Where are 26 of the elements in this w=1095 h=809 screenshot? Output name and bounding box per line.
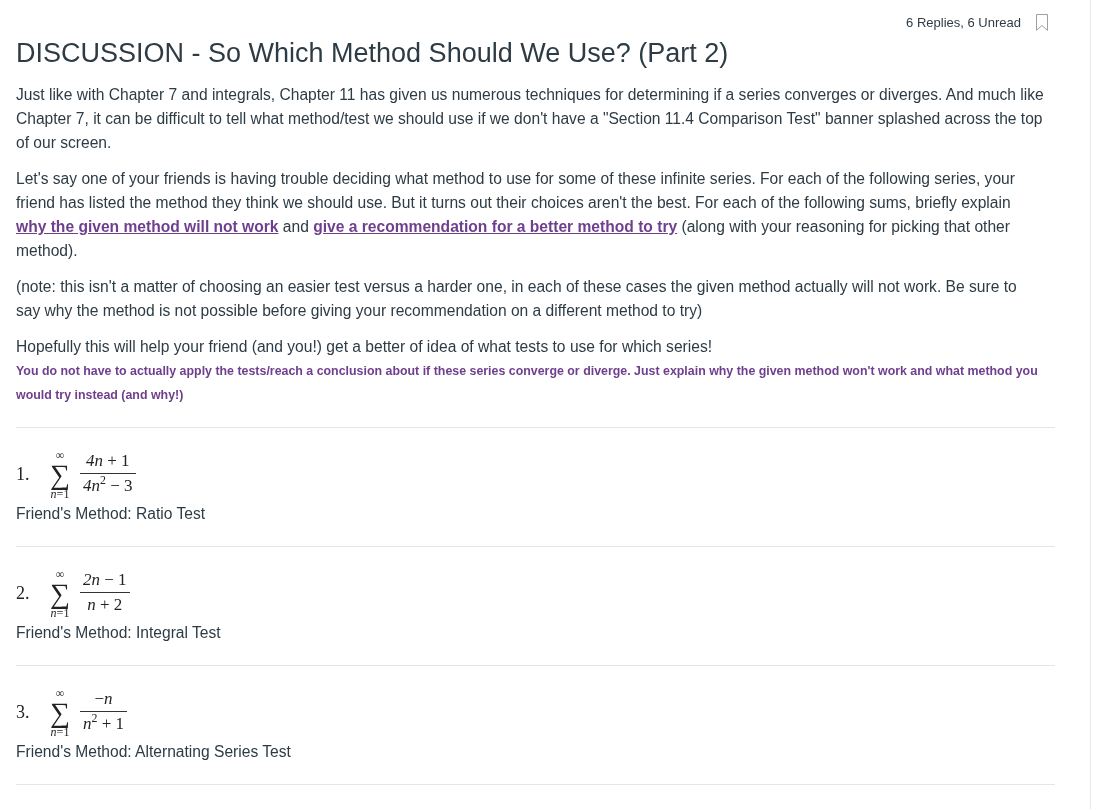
method-text: Friend's Method: Alternating Series Test [16,742,292,762]
fraction-numerator: 4n + 1 [84,450,131,472]
discussion-title: DISCUSSION - So Which Method Should We Use? (Part 2) [16,37,730,70]
fraction-denominator: n$^{2}$ + 1 [80,711,128,736]
problem-number: 3. [16,702,31,723]
bookmark-icon[interactable] [1036,13,1048,31]
body-paragraph: (note: this isn't a matter of choosing an easier test versus a harder one, in each of these cases the given method actually will not work. Be sure to say why the method is not possible before giving your recommendation on a different method to try) [16,277,1018,321]
problem-number: 2. [16,583,31,604]
note-paragraph: You do not have to actually apply the tests/reach a conclusion about if these series converge or diverge. Just explain why the given method won't work and what method you would try instead (and why!) [16,363,1039,404]
sigma-symbol: ∑ [50,461,70,488]
fraction-numerator: −n [93,688,114,710]
fraction-numerator: 2n − 1 [82,569,128,591]
sum-upper-limit: ∞ [55,686,65,700]
method-text: Friend's Method: Ratio Test [16,504,207,524]
body-paragraph: Hopefully this will help your friend (and you!) get a better of idea of what tests to use for which series! [16,337,713,357]
problem-number: 1. [16,464,31,485]
method-text: Friend's Method: Integral Test [16,623,222,643]
sigma-symbol: ∑ [50,580,70,607]
body-paragraph: Just like with Chapter 7 and integrals, Chapter 11 has given us numerous techniques for determining if a series converges or diverges. And much like Chapter 7, it can be difficult to tell what method/test we should use if we don't have a "Section 11.4 Comparison Test" banner splashed across the top of our screen. [16,85,1044,153]
body-paragraph: Let's say one of your friends is having trouble deciding what method to use for some of these infinite series. For each of the following series, your friend has listed the method they think we should use. But it turns out their choices aren't the best. For each of the following sums, briefly explain why the given method will not work and give a recommendation for a better method to try (along with your reasoning for picking that other method). [16,169,1016,261]
sigma-symbol: ∑ [50,699,70,726]
reply-count: 6 Replies, 6 Unread [906,14,1021,30]
sum-upper-limit: ∞ [55,448,65,462]
fraction-denominator: 4n$^{2}$ − 3 [80,473,136,498]
sum-upper-limit: ∞ [55,567,65,581]
fraction-denominator: n + 2 [80,592,130,617]
